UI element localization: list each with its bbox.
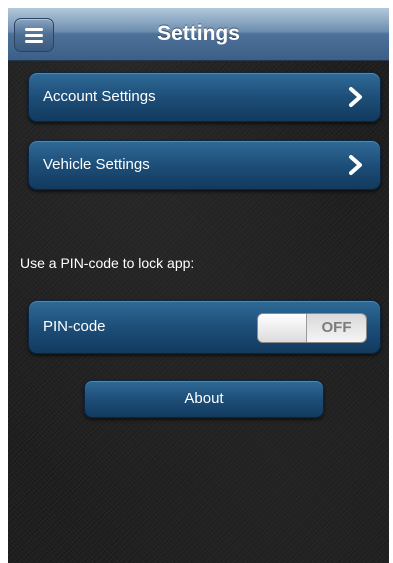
page-title: Settings	[157, 22, 240, 45]
pin-code-label: PIN-code	[43, 318, 106, 335]
chevron-right-icon	[349, 87, 362, 107]
pin-code-row: PIN-code OFF	[28, 300, 381, 354]
vehicle-settings-button[interactable]: Vehicle Settings	[28, 140, 381, 190]
toggle-knob	[258, 314, 307, 342]
about-label: About	[184, 390, 224, 407]
toggle-state-label: OFF	[321, 319, 352, 336]
about-button[interactable]: About	[84, 380, 324, 418]
account-settings-label: Account Settings	[43, 88, 156, 105]
pin-hint-text: Use a PIN-code to lock app:	[20, 255, 195, 271]
menu-button[interactable]	[14, 18, 54, 52]
vehicle-settings-label: Vehicle Settings	[43, 156, 150, 173]
pin-code-toggle[interactable]: OFF	[257, 313, 367, 343]
account-settings-button[interactable]: Account Settings	[28, 72, 381, 122]
chevron-right-icon	[349, 155, 362, 175]
navigation-bar: Settings	[8, 8, 389, 61]
app-screen: Settings Account Settings Vehicle Settin…	[8, 8, 389, 563]
